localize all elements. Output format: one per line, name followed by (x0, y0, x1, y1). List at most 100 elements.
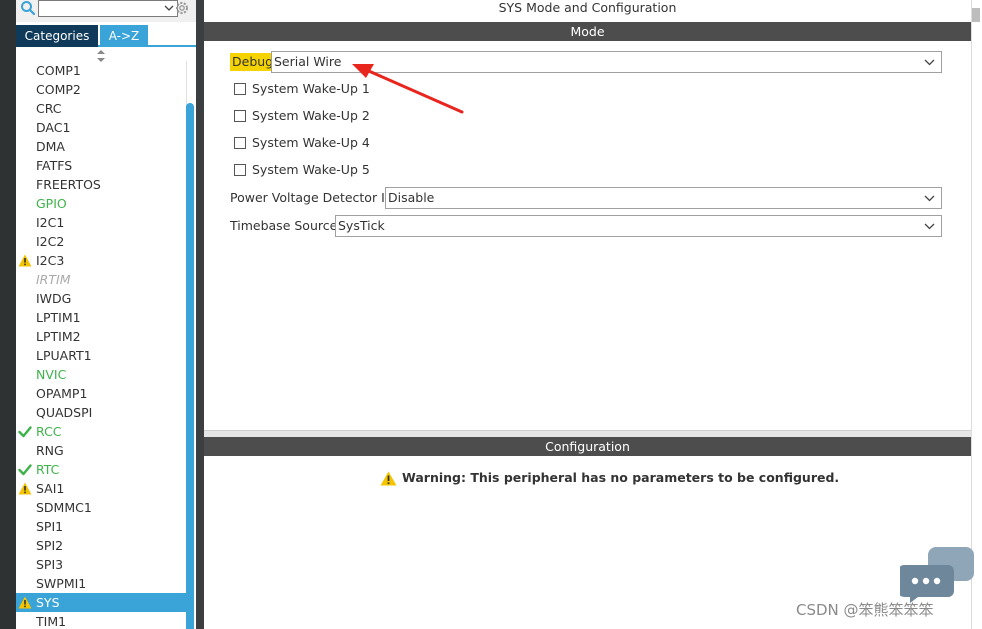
peripheral-item-dma[interactable]: DMA (16, 137, 186, 156)
tab-a-z[interactable]: A->Z (100, 25, 148, 47)
peripheral-item-label: QUADSPI (36, 405, 93, 420)
config-panel: SYS Mode and Configuration Mode Debug Se… (204, 0, 971, 629)
peripheral-item-label: NVIC (36, 367, 67, 382)
peripheral-item-irtim[interactable]: IRTIM (16, 270, 186, 289)
checkmark-icon (18, 464, 32, 476)
peripheral-item-label: DMA (36, 139, 65, 154)
configuration-section-header: Configuration (204, 437, 971, 456)
checkbox-box[interactable] (234, 164, 246, 176)
chevron-down-icon[interactable] (924, 57, 935, 67)
wakeup-5-label: System Wake-Up 5 (252, 162, 370, 177)
no-params-warning: Warning: This peripheral has no paramete… (380, 468, 839, 488)
peripheral-item-spi3[interactable]: SPI3 (16, 555, 186, 574)
chevron-down-icon[interactable] (924, 221, 935, 231)
pvd-select[interactable]: Disable (385, 187, 942, 209)
peripheral-item-label: CRC (36, 101, 62, 116)
peripheral-item-swpmi1[interactable]: SWPMI1 (16, 574, 186, 593)
section-divider[interactable] (204, 430, 971, 437)
search-input[interactable] (38, 0, 178, 17)
peripheral-item-label: COMP2 (36, 82, 81, 97)
chevron-down-icon[interactable] (164, 3, 174, 13)
peripheral-item-i2c3[interactable]: I2C3 (16, 251, 186, 270)
peripheral-item-quadspi[interactable]: QUADSPI (16, 403, 186, 422)
peripheral-item-rng[interactable]: RNG (16, 441, 186, 460)
warning-text: Warning: This peripheral has no paramete… (402, 470, 840, 485)
peripheral-item-label: SYS (36, 595, 60, 610)
peripheral-item-spi1[interactable]: SPI1 (16, 517, 186, 536)
peripheral-item-comp2[interactable]: COMP2 (16, 80, 186, 99)
peripheral-item-label: IWDG (36, 291, 72, 306)
peripheral-item-label: GPIO (36, 196, 67, 211)
peripheral-item-freertos[interactable]: FREERTOS (16, 175, 186, 194)
debug-label: Debug (230, 53, 276, 71)
peripheral-item-label: SPI1 (36, 519, 64, 534)
checkbox-box[interactable] (234, 110, 246, 122)
peripheral-item-label: TIM1 (36, 614, 67, 629)
warning-triangle-icon (18, 254, 32, 267)
peripheral-item-crc[interactable]: CRC (16, 99, 186, 118)
checkbox-box[interactable] (234, 137, 246, 149)
chat-bubble-icon (900, 547, 974, 603)
peripheral-item-label: FATFS (36, 158, 73, 173)
peripheral-item-label: SPI2 (36, 538, 64, 553)
peripheral-item-sai1[interactable]: SAI1 (16, 479, 186, 498)
peripheral-item-opamp1[interactable]: OPAMP1 (16, 384, 186, 403)
pvd-select-value: Disable (388, 190, 435, 205)
wakeup-5-checkbox[interactable]: System Wake-Up 5 (234, 161, 394, 179)
warning-triangle-icon (380, 471, 397, 486)
wakeup-4-label: System Wake-Up 4 (252, 135, 370, 150)
checkmark-icon (18, 426, 32, 438)
timebase-select[interactable]: SysTick (335, 215, 942, 237)
peripheral-item-label: IRTIM (36, 272, 71, 287)
peripheral-item-label: RTC (36, 462, 60, 477)
peripheral-item-lptim2[interactable]: LPTIM2 (16, 327, 186, 346)
peripheral-item-i2c1[interactable]: I2C1 (16, 213, 186, 232)
wakeup-4-checkbox[interactable]: System Wake-Up 4 (234, 134, 394, 152)
gear-icon[interactable] (174, 0, 190, 16)
peripheral-item-lptim1[interactable]: LPTIM1 (16, 308, 186, 327)
page-title: SYS Mode and Configuration (498, 0, 677, 15)
peripheral-item-lpuart1[interactable]: LPUART1 (16, 346, 186, 365)
peripheral-item-label: SPI3 (36, 557, 64, 572)
peripheral-item-label: DAC1 (36, 120, 71, 135)
config-scrollbar-track[interactable] (971, 0, 982, 629)
peripheral-item-sys[interactable]: SYS (16, 593, 186, 612)
peripheral-item-nvic[interactable]: NVIC (16, 365, 186, 384)
peripheral-list: COMP1 COMP2 CRC DAC1 DMA FATFS FREERTOS GPIO I2C… (16, 61, 186, 629)
peripheral-item-i2c2[interactable]: I2C2 (16, 232, 186, 251)
peripheral-item-iwdg[interactable]: IWDG (16, 289, 186, 308)
peripheral-item-fatfs[interactable]: FATFS (16, 156, 186, 175)
warning-triangle-icon (18, 596, 32, 609)
peripheral-item-tim1[interactable]: TIM1 (16, 612, 186, 629)
peripheral-item-label: I2C3 (36, 253, 65, 268)
search-row (16, 0, 196, 22)
peripheral-item-gpio[interactable]: GPIO (16, 194, 186, 213)
checkbox-box[interactable] (234, 83, 246, 95)
peripheral-item-label: SWPMI1 (36, 576, 87, 591)
watermark-text: CSDN @笨熊笨笨笨 (796, 601, 934, 619)
peripheral-item-sdmmc1[interactable]: SDMMC1 (16, 498, 186, 517)
peripheral-item-label: LPTIM2 (36, 329, 81, 344)
timebase-select-value: SysTick (338, 218, 385, 233)
peripheral-item-label: I2C2 (36, 234, 65, 249)
warning-triangle-icon (18, 482, 32, 495)
peripheral-item-label: LPTIM1 (36, 310, 81, 325)
peripheral-item-dac1[interactable]: DAC1 (16, 118, 186, 137)
chevron-down-icon[interactable] (924, 193, 935, 203)
peripheral-scrollbar-thumb[interactable] (186, 103, 194, 629)
peripheral-item-label: RCC (36, 424, 62, 439)
peripheral-item-label: RNG (36, 443, 64, 458)
search-icon[interactable] (20, 0, 36, 16)
peripheral-item-label: I2C1 (36, 215, 65, 230)
peripheral-item-rtc[interactable]: RTC (16, 460, 186, 479)
timebase-label: Timebase Source (230, 218, 338, 233)
peripheral-item-label: OPAMP1 (36, 386, 88, 401)
peripheral-item-rcc[interactable]: RCC (16, 422, 186, 441)
peripheral-item-label: LPUART1 (36, 348, 92, 363)
peripheral-item-spi2[interactable]: SPI2 (16, 536, 186, 555)
tab-categories[interactable]: Categories (16, 25, 98, 47)
peripheral-item-label: COMP1 (36, 63, 81, 78)
peripheral-item-comp1[interactable]: COMP1 (16, 61, 186, 80)
peripheral-item-label: SDMMC1 (36, 500, 92, 515)
config-scrollbar-thumb[interactable] (972, 8, 980, 22)
